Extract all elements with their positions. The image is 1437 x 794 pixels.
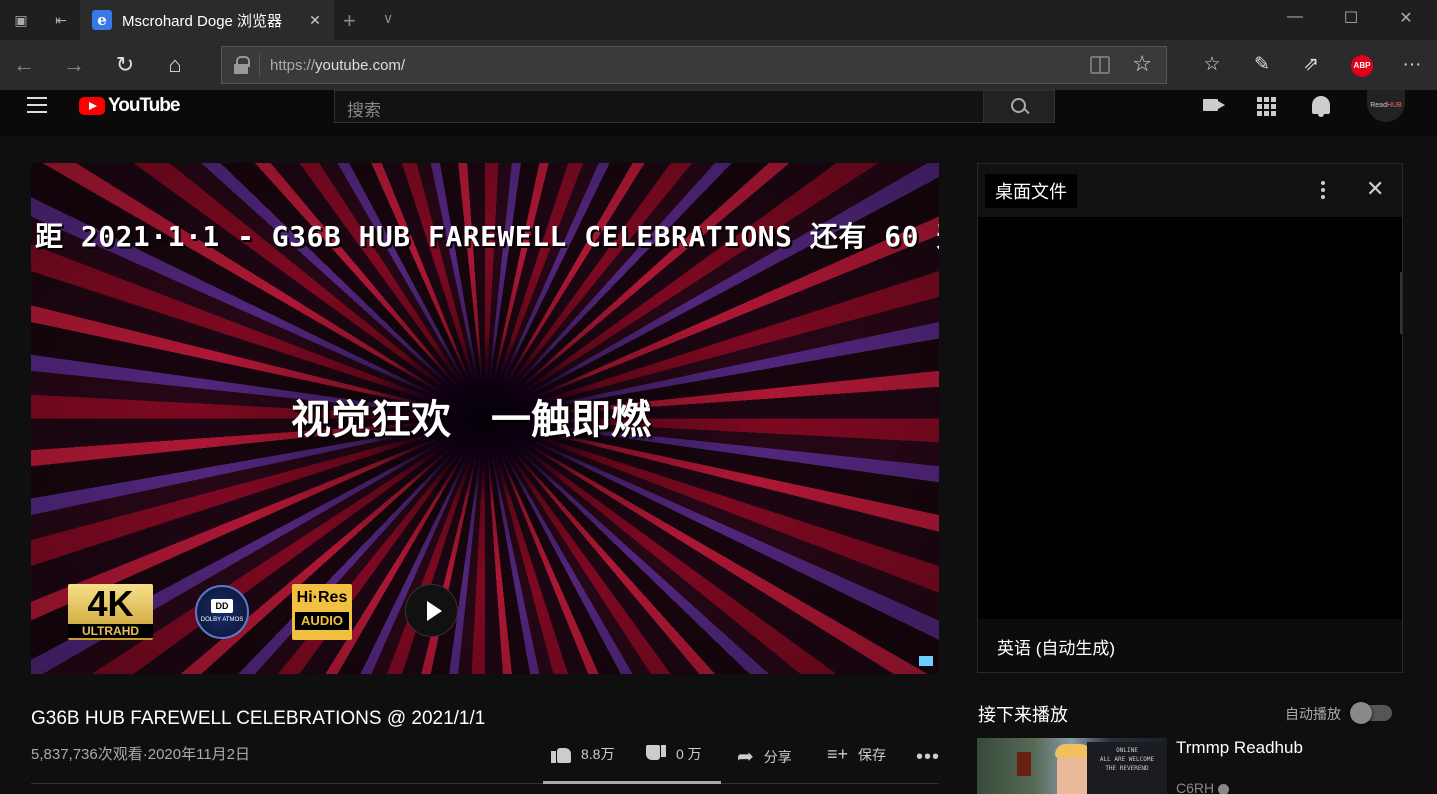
up-next-heading: 接下来播放 [978, 705, 1068, 725]
browser-tab[interactable]: e Mscrohard Doge 浏览器 ✕ [80, 0, 334, 40]
forward-icon[interactable]: → [61, 52, 87, 78]
favorite-star-icon[interactable]: ☆ [1132, 51, 1152, 77]
reading-view-icon[interactable] [1090, 56, 1110, 74]
youtube-header: YouTube 搜索 ReadHUB [0, 90, 1437, 136]
web-note-icon[interactable]: ✎ [1249, 52, 1275, 78]
browser-toolbar: ← → ↻ ⌂ https://youtube.com/ ☆ ☆ ✎ ⇗ ABP… [0, 40, 1437, 90]
apps-grid-icon[interactable] [1257, 97, 1276, 116]
browser-logo-icon: e [92, 10, 112, 30]
hires-audio-badge: Hi·Res AUDIO [292, 584, 352, 640]
like-ratio-fill [543, 781, 721, 784]
4k-ultrahd-badge: 4K ULTRAHD [68, 584, 153, 640]
close-panel-icon[interactable]: ✕ [1366, 176, 1384, 202]
youtube-logo[interactable]: YouTube [79, 95, 180, 117]
chevron-down-icon[interactable]: ∨ [383, 10, 393, 27]
search-input[interactable]: 搜索 [334, 90, 984, 123]
address-separator [259, 53, 260, 77]
thumbnail-book-shape [1017, 752, 1031, 776]
verified-check-icon [1218, 783, 1230, 794]
caption-language[interactable]: 英语 (自动生成) [997, 634, 1115, 659]
video-title: G36B HUB FAREWELL CELEBRATIONS @ 2021/1/… [31, 708, 486, 729]
close-window-icon[interactable]: ✕ [1391, 8, 1421, 28]
dolby-logo-icon: DD [211, 599, 233, 613]
recommended-video-title[interactable]: Trmmp Readhub [1176, 738, 1303, 758]
hamburger-menu-icon[interactable] [27, 97, 47, 113]
create-video-icon[interactable] [1203, 99, 1225, 111]
panel-scrollbar[interactable] [1400, 272, 1402, 334]
toggle-knob [1350, 702, 1372, 724]
like-button[interactable]: 8.8万 [551, 744, 614, 764]
dolby-atmos-badge: DD DOLBY ATMOS [195, 585, 249, 639]
channel-watermark-icon[interactable] [919, 656, 933, 666]
video-meta: 5,837,736次观看·2020年11月2日 [31, 746, 251, 763]
favorites-hub-icon[interactable]: ☆ [1199, 52, 1225, 78]
autoplay-toggle[interactable] [1350, 702, 1392, 724]
recommended-video-thumbnail[interactable]: ONLINE ALL ARE WELCOME THE REVEREND [977, 738, 1167, 794]
share-browser-icon[interactable]: ⇗ [1298, 52, 1324, 78]
playlist-add-icon: ≡+ [827, 744, 849, 764]
new-tab-icon[interactable]: + [343, 8, 356, 34]
thumbs-up-icon [551, 745, 571, 763]
notifications-bell-icon[interactable] [1312, 96, 1330, 117]
video-headline-text: 距 2021·1·1 - G36B HUB FAREWELL CELEBRATI… [35, 220, 939, 253]
address-bar[interactable]: https://youtube.com/ ☆ [221, 46, 1167, 84]
panel-footer: 英语 (自动生成) [978, 619, 1402, 672]
home-icon[interactable]: ⌂ [162, 52, 188, 78]
more-actions-icon[interactable]: ••• [916, 746, 940, 769]
set-aside-tabs-icon[interactable]: ⇤ [52, 11, 70, 29]
search-placeholder: 搜索 [347, 101, 381, 120]
save-label: 保存 [858, 746, 887, 763]
dislike-count: 0 万 [676, 746, 702, 762]
panel-header: 桌面文件 ✕ [978, 164, 1402, 217]
share-button[interactable]: ➦ 分享 [737, 744, 792, 769]
share-arrow-icon: ➦ [737, 746, 754, 768]
tab-title: Mscrohard Doge 浏览器 [122, 12, 283, 30]
like-count: 8.8万 [581, 746, 615, 762]
video-slogan-text: 视觉狂欢 一触即燃 [291, 397, 651, 443]
more-menu-icon[interactable]: ··· [1399, 52, 1425, 78]
refresh-icon[interactable]: ↻ [112, 52, 138, 78]
thumbs-down-icon [646, 745, 666, 763]
avatar[interactable]: ReadHUB [1367, 90, 1405, 122]
thumbnail-signboard: ONLINE ALL ARE WELCOME THE REVEREND [1087, 742, 1167, 794]
kebab-menu-icon[interactable] [1321, 181, 1325, 202]
play-button[interactable] [405, 584, 458, 637]
like-ratio-bar [543, 781, 721, 784]
browser-titlebar: ▣ ⇤ e Mscrohard Doge 浏览器 ✕ + ∨ — ☐ ✕ [0, 0, 1437, 40]
maximize-icon[interactable]: ☐ [1336, 8, 1366, 28]
desktop-files-panel: 桌面文件 ✕ 英语 (自动生成) [977, 163, 1403, 673]
dislike-button[interactable]: 0 万 [646, 744, 702, 764]
autoplay-label: 自动播放 [1285, 706, 1341, 722]
panel-title: 桌面文件 [985, 174, 1077, 208]
back-icon[interactable]: ← [11, 52, 37, 78]
tab-close-icon[interactable]: ✕ [306, 11, 324, 29]
tab-manager-icon[interactable]: ▣ [12, 11, 30, 29]
share-label: 分享 [763, 748, 792, 765]
lock-icon[interactable] [234, 56, 250, 74]
save-button[interactable]: ≡+ 保存 [827, 744, 886, 765]
recommended-channel[interactable]: C6RH [1176, 780, 1230, 794]
thumbnail-hair-shape [1055, 744, 1091, 758]
youtube-play-icon [79, 97, 105, 115]
youtube-logo-text: YouTube [108, 95, 180, 116]
divider [31, 783, 939, 784]
search-button[interactable] [983, 90, 1055, 123]
url-text[interactable]: https://youtube.com/ [270, 57, 405, 74]
minimize-icon[interactable]: — [1280, 8, 1310, 26]
adblock-plus-icon[interactable]: ABP [1351, 55, 1373, 77]
video-player[interactable]: 距 2021·1·1 - G36B HUB FAREWELL CELEBRATI… [31, 163, 939, 674]
